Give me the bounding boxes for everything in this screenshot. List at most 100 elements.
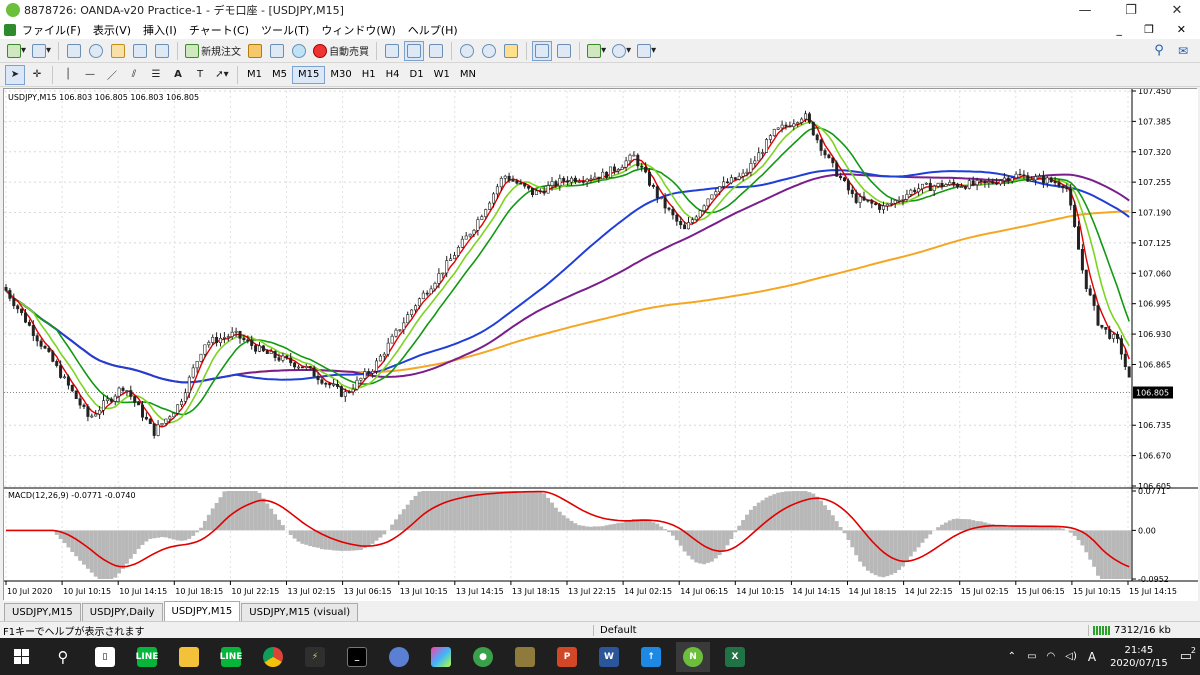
indicators-button[interactable]: ▾ — [585, 41, 608, 61]
menu-file[interactable]: ファイル(F) — [16, 22, 87, 38]
close-button[interactable]: ✕ — [1154, 0, 1200, 20]
menu-tools[interactable]: ツール(T) — [255, 22, 315, 38]
arrows-tool[interactable]: ➚ ▾ — [212, 65, 232, 85]
taskbar-app-6[interactable]: ⚡ — [298, 642, 332, 672]
candle-body — [1057, 182, 1061, 187]
data-window-button[interactable] — [86, 41, 106, 61]
toolbar-separator — [52, 65, 53, 84]
candle-body — [74, 390, 78, 399]
periods-button[interactable]: ▾ — [610, 41, 633, 61]
candle-body — [347, 391, 351, 394]
taskbar-word[interactable]: W — [592, 642, 626, 672]
auto-trading-button[interactable]: 自動売買 — [311, 41, 371, 61]
child-restore-button[interactable]: ❐ — [1138, 23, 1160, 36]
price-chart[interactable]: 107.450 107.385 107.320 107.255 107.190 107.1… — [4, 89, 1198, 601]
ime-indicator[interactable]: A — [1088, 650, 1096, 664]
zoom-out-button[interactable] — [479, 41, 499, 61]
zoom-in-button[interactable] — [457, 41, 477, 61]
cursor-tool[interactable]: ➤ — [5, 64, 25, 85]
metaeditor-button[interactable] — [245, 41, 265, 61]
signals-button[interactable] — [267, 41, 287, 61]
start-button[interactable] — [4, 642, 38, 672]
chart-window[interactable]: 107.450 107.385 107.320 107.255 107.190 107.1… — [3, 88, 1198, 601]
crosshair-tool[interactable]: ✛ — [27, 65, 47, 85]
timeframe-w1[interactable]: W1 — [429, 66, 455, 84]
taskbar-console[interactable]: _ — [340, 642, 374, 672]
taskbar-line-2[interactable]: LINE — [214, 642, 248, 672]
search-button[interactable]: ⚲ — [1149, 41, 1169, 61]
templates-button[interactable]: ▾ — [635, 41, 658, 61]
taskbar-metatrader[interactable]: N — [676, 641, 710, 672]
candle-body — [788, 125, 792, 128]
tray-overflow-icon[interactable]: ⌃ — [1008, 651, 1016, 662]
autoscroll-button[interactable] — [532, 40, 553, 61]
wifi-icon[interactable]: ◠ — [1047, 651, 1056, 662]
label-tool[interactable]: T — [190, 65, 210, 85]
taskbar-excel[interactable]: X — [718, 642, 752, 672]
trendline-tool[interactable]: ／ — [102, 65, 122, 85]
child-minimize-button[interactable]: _ — [1111, 23, 1129, 36]
timeframe-mn[interactable]: MN — [455, 66, 481, 84]
maximize-button[interactable]: ❐ — [1108, 0, 1154, 20]
battery-icon[interactable]: ▭ — [1027, 651, 1036, 662]
time-tick-label: 10 Jul 22:15 — [231, 587, 279, 596]
timeframe-h4[interactable]: H4 — [381, 66, 405, 84]
taskbar-app-14[interactable]: ↑ — [634, 642, 668, 672]
taskbar-app-1[interactable]: ▯ — [88, 642, 122, 672]
taskbar-powerpoint[interactable]: P — [550, 642, 584, 672]
menu-window[interactable]: ウィンドウ(W) — [315, 22, 401, 38]
candle-body — [554, 181, 558, 187]
notification-center-button[interactable]: ▭ 2 — [1180, 646, 1196, 664]
text-tool[interactable]: A — [168, 65, 188, 85]
new-chart-button[interactable]: ▾ — [5, 41, 28, 61]
candle-body — [277, 357, 281, 361]
tile-windows-button[interactable] — [501, 41, 521, 61]
minimize-button[interactable]: — — [1062, 0, 1108, 20]
bar-chart-button[interactable] — [382, 41, 402, 61]
menu-help[interactable]: ヘルプ(H) — [402, 22, 464, 38]
taskbar-paint[interactable] — [382, 642, 416, 672]
taskbar-app-10[interactable]: ● — [466, 642, 500, 672]
market-button[interactable] — [289, 41, 309, 61]
candle-body — [714, 191, 718, 196]
fibonacci-tool[interactable]: ☰ — [146, 65, 166, 85]
terminal-button[interactable] — [130, 41, 150, 61]
volume-icon[interactable]: ◁) — [1065, 651, 1077, 662]
timeframe-m1[interactable]: M1 — [242, 66, 267, 84]
timeframe-m30[interactable]: M30 — [325, 66, 356, 84]
search-taskbar-button[interactable]: ⚲ — [46, 642, 80, 672]
tester-button[interactable] — [152, 41, 172, 61]
channel-tool[interactable]: ⫽ — [124, 65, 144, 85]
candle-body — [675, 214, 679, 222]
vertical-line-tool[interactable]: │ — [58, 65, 78, 85]
timeframe-h1[interactable]: H1 — [357, 66, 381, 84]
candlestick-button[interactable] — [404, 40, 425, 61]
taskbar-chrome[interactable] — [256, 642, 290, 672]
navigator-button[interactable] — [108, 41, 128, 61]
timeframe-d1[interactable]: D1 — [405, 66, 429, 84]
timeframe-m15[interactable]: M15 — [292, 65, 326, 84]
profiles-button[interactable]: ▾ — [30, 41, 53, 61]
chat-button[interactable]: ✉ — [1173, 41, 1193, 61]
tab-usdjpy-m15[interactable]: USDJPY,M15 — [4, 603, 81, 621]
menu-chart[interactable]: チャート(C) — [183, 22, 255, 38]
child-close-button[interactable]: ✕ — [1171, 23, 1192, 36]
taskbar-app-9[interactable] — [424, 642, 458, 672]
chart-shift-button[interactable] — [554, 41, 574, 61]
candle-body — [819, 139, 823, 151]
tab-usdjpy-m15-active[interactable]: USDJPY,M15 — [163, 601, 241, 621]
time-tick-label: 13 Jul 14:15 — [456, 587, 504, 596]
new-order-button[interactable]: 新規注文 — [183, 41, 243, 61]
horizontal-line-tool[interactable]: — — [80, 65, 100, 85]
tab-usdjpy-daily[interactable]: USDJPY,Daily — [81, 603, 163, 621]
clock[interactable]: 21:45 2020/07/15 — [1110, 644, 1168, 670]
tab-usdjpy-m15-visual[interactable]: USDJPY,M15 (visual) — [241, 603, 359, 621]
taskbar-explorer[interactable] — [172, 642, 206, 672]
taskbar-line[interactable]: LINE — [130, 642, 164, 672]
market-watch-button[interactable] — [64, 41, 84, 61]
taskbar-app-11[interactable] — [508, 642, 542, 672]
menu-insert[interactable]: 挿入(I) — [137, 22, 183, 38]
menu-view[interactable]: 表示(V) — [87, 22, 137, 38]
timeframe-m5[interactable]: M5 — [267, 66, 292, 84]
line-chart-button[interactable] — [426, 41, 446, 61]
